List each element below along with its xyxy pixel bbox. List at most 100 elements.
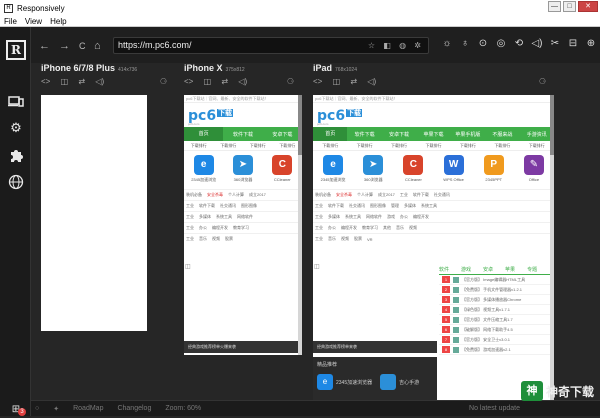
device-controls: <> ◫ ⇄ ◁) ⚆ xyxy=(184,77,302,91)
maximize-button[interactable]: □ xyxy=(563,1,576,12)
list-item[interactable]: 工业 软件下载 社交通讯 图形图像 xyxy=(184,200,302,211)
network-globe-icon[interactable] xyxy=(8,174,24,190)
game-app-icon xyxy=(380,374,397,390)
app-tile[interactable]: e 2345加速浏览 xyxy=(184,155,223,189)
app-tile[interactable]: e 2345加速浏览 xyxy=(313,155,353,189)
focus-icon[interactable]: ⚆ xyxy=(160,77,167,86)
settings-gear-icon[interactable]: ⚙ xyxy=(8,120,24,136)
device-screen-blank[interactable] xyxy=(41,95,147,331)
twitter-icon[interactable]: ✦ xyxy=(53,405,59,413)
menu-help[interactable]: Help xyxy=(50,17,66,26)
devtools-icon[interactable]: <> xyxy=(313,77,322,86)
address-bar[interactable]: https://m.pc6.com/ ☆ ◧ ◍ ✲ xyxy=(113,37,429,54)
rotate-device-icon[interactable]: ⇄ xyxy=(350,77,357,86)
list-item[interactable]: 装机必备 安全杀毒 个人计算 成立2017 工业 软件下载 社交通讯 xyxy=(313,189,554,200)
table-row[interactable]: 6 【破解版】 网络下载助手4.5 xyxy=(439,325,551,335)
table-row[interactable]: 5 【官方版】 文件压缩工具1.7 xyxy=(439,315,551,325)
nav-software[interactable]: 软件下载 xyxy=(223,131,262,138)
extensions-puzzle-icon[interactable] xyxy=(8,147,24,163)
list-item[interactable]: 装机必备 安全杀毒 个人计算 成立2017 xyxy=(184,189,302,200)
list-item[interactable]: 工业 办公 编程开发 教育学习 xyxy=(184,222,302,233)
list-item[interactable]: 工业 办公 编程开发 教育学习 其他 音乐 视频 xyxy=(313,222,554,233)
rotate-icon[interactable]: ⟲ xyxy=(510,38,528,49)
focus-icon[interactable]: ⚆ xyxy=(539,77,546,86)
site-sub-nav: 下载排行 下载排行 下载排行 下载排行 下载排行 下载排行 下载排行 xyxy=(313,141,554,151)
table-row[interactable]: 2 【免费版】 手机文件管理器v1.2.1 xyxy=(439,285,551,295)
list-item[interactable]: 工业 多媒体 系统工具 网络软件 游戏 办公 编程开发 xyxy=(313,211,554,222)
mouse-icon[interactable]: ⊙ xyxy=(474,38,492,49)
table-row[interactable]: 4 【绿色版】 视频工具v1.7.1 xyxy=(439,305,551,315)
nav-android[interactable]: 安卓下载 xyxy=(263,131,302,138)
screenshot-icon[interactable]: ◫ xyxy=(204,77,212,86)
device-screen-ipad[interactable]: pc6下载站｜官网、最新、安全的软件下载站！ pc6 下载 pc6.com 首页 … xyxy=(313,95,554,400)
device-title: iPhone X 375x812 xyxy=(184,63,245,73)
list-item[interactable]: 工业 多媒体 系统工具 网络软件 xyxy=(184,211,302,222)
mute-icon[interactable]: ◁) xyxy=(238,77,247,86)
screenshot-icon[interactable]: ◫ xyxy=(61,77,69,86)
site-header: pc6 下载 pc6.com xyxy=(313,103,554,127)
zoom-icon[interactable]: ⊕ xyxy=(582,38,600,49)
app-tile[interactable]: e 2345加速浏览器 xyxy=(317,374,372,390)
table-row[interactable]: 1 【官方版】 Image编辑器HTML工具 xyxy=(439,275,551,285)
watermark-text: 神奇下载 xyxy=(545,384,594,399)
device-title: iPad 768x1024 xyxy=(313,63,357,73)
menu-view[interactable]: View xyxy=(25,17,42,26)
app-tile[interactable]: 吉心手游 xyxy=(380,374,419,390)
app-tile[interactable]: ✎ Office xyxy=(514,155,554,189)
bookmark-star-icon[interactable]: ☆ ◧ ◍ ✲ xyxy=(368,38,424,53)
watermark-logo: 神 神奇下载 xyxy=(520,381,594,401)
home-icon[interactable]: ⌂ xyxy=(94,40,101,52)
device-screen-iphone-x[interactable]: pc6下载站｜官网、最新、安全的软件下载站！ pc6 下载 pc6.com 首页 … xyxy=(184,95,302,355)
focus-icon[interactable]: ⚆ xyxy=(287,77,294,86)
close-button[interactable]: ✕ xyxy=(578,1,598,12)
minimize-button[interactable]: — xyxy=(548,1,561,12)
camera-icon[interactable]: ◎ xyxy=(492,38,510,49)
volume-icon[interactable]: ◁) xyxy=(528,38,546,49)
forward-arrow-icon[interactable]: → xyxy=(59,40,70,52)
bulb-icon[interactable]: ♁ xyxy=(456,38,474,49)
mute-icon[interactable]: ◁) xyxy=(95,77,104,86)
bug-icon[interactable]: ✂ xyxy=(546,38,564,49)
featured-apps: e 2345加速浏览 ➤ 360浏览器 C CCleaner W WPS Office … xyxy=(313,151,554,189)
devtools-icon[interactable]: <> xyxy=(184,77,193,86)
scrollbar[interactable] xyxy=(298,95,302,355)
scrollbar-thumb[interactable] xyxy=(298,95,302,155)
watermark-mark-icon: 神 xyxy=(520,381,543,401)
ccleaner-icon: C xyxy=(272,155,293,175)
device-controls: <> ◫ ⇄ ◁) ⚆ xyxy=(41,77,175,91)
table-row[interactable]: 7 【官方版】 安全卫士v3.0.1 xyxy=(439,335,551,345)
nav-home[interactable]: 首页 xyxy=(184,127,224,141)
rotate-device-icon[interactable]: ⇄ xyxy=(221,77,228,86)
scrollbar[interactable] xyxy=(550,95,554,400)
app-tile[interactable]: C CCleaner xyxy=(263,155,302,189)
list-item[interactable]: 工业 软件下载 社交通讯 图形图像 管理 多媒体 系统工具 xyxy=(313,200,554,211)
pc6-mobile-site: pc6下载站｜官网、最新、安全的软件下载站！ pc6 下载 pc6.com 首页 … xyxy=(184,95,302,355)
reload-icon[interactable]: C xyxy=(79,41,86,51)
table-row[interactable]: 3 【官方版】 多媒体播放器Chrome xyxy=(439,295,551,305)
back-arrow-icon[interactable]: ← xyxy=(39,40,50,52)
sun-icon[interactable]: ☼ xyxy=(438,38,456,49)
app-tile[interactable]: C CCleaner xyxy=(393,155,433,189)
device-title: iPhone 6/7/8 Plus 414x736 xyxy=(41,63,138,73)
menu-file[interactable]: File xyxy=(4,17,17,26)
scrollbar-thumb[interactable] xyxy=(550,95,554,155)
list-item[interactable]: 工业 音乐 视频 股票 xyxy=(184,233,302,244)
devices-icon[interactable] xyxy=(8,93,24,109)
promo-banner[interactable]: 经典游戏推荐榜单火爆来袭 xyxy=(184,341,302,353)
device-iphone-plus: iPhone 6/7/8 Plus 414x736 <> ◫ ⇄ ◁) ⚆ xyxy=(41,63,175,91)
changelog-link[interactable]: Changelog xyxy=(117,405,151,412)
rotate-device-icon[interactable]: ⇄ xyxy=(78,77,85,86)
github-icon[interactable]: ○ xyxy=(35,405,39,412)
roadmap-link[interactable]: RoadMap xyxy=(73,405,103,412)
table-row[interactable]: 8 【免费版】 游戏加速器v2.1 xyxy=(439,345,551,355)
app-tile[interactable]: ➤ 360浏览器 xyxy=(353,155,393,189)
layout-icon[interactable]: ⊟ xyxy=(564,38,582,49)
list-item[interactable]: 工业 音乐 视频 股票 VR xyxy=(313,233,554,244)
app-tile[interactable]: ➤ 360浏览器 xyxy=(223,155,262,189)
screenshot-icon[interactable]: ◫ xyxy=(333,77,341,86)
devtools-icon[interactable]: <> xyxy=(41,77,50,86)
app-tile[interactable]: W WPS Office xyxy=(434,155,474,189)
promo-banner[interactable]: 经典游戏推荐榜单来袭 xyxy=(313,341,437,353)
mute-icon[interactable]: ◁) xyxy=(367,77,376,86)
app-tile[interactable]: P 2345PPT xyxy=(474,155,514,189)
